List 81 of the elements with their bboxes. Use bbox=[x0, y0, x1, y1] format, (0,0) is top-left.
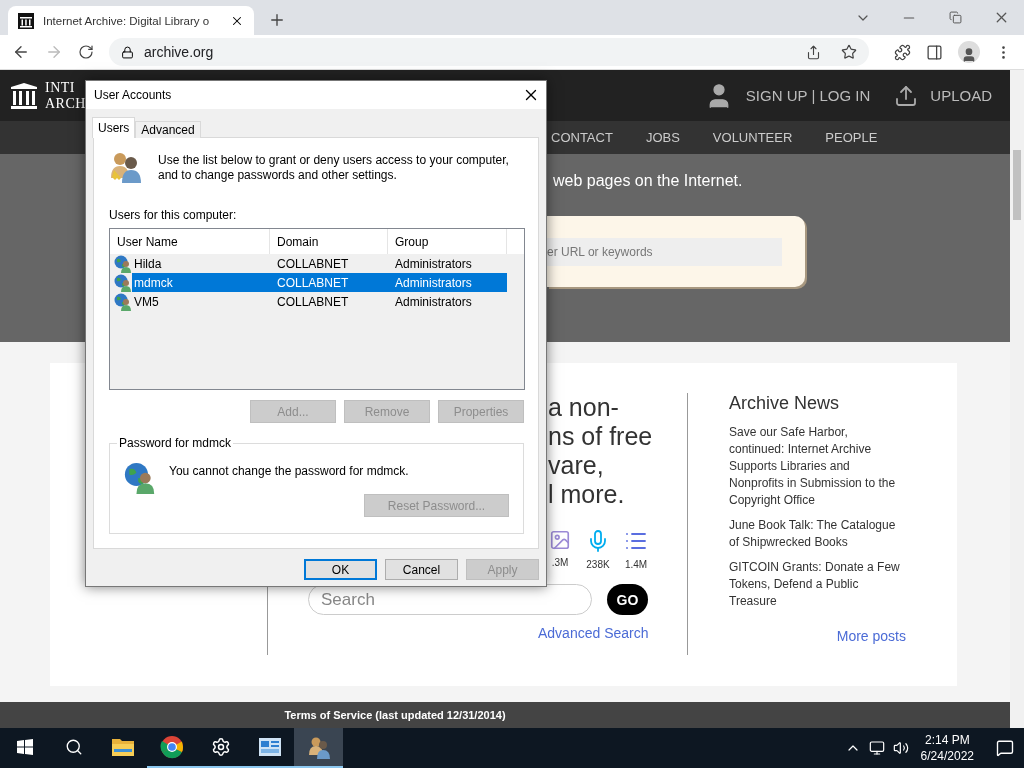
share-icon[interactable] bbox=[806, 44, 821, 60]
user-name-cell[interactable]: Hilda bbox=[132, 254, 270, 273]
control-panel-icon[interactable] bbox=[258, 738, 281, 756]
logo-text: INTI bbox=[45, 79, 76, 96]
news-link[interactable]: GITCOIN Grants: Donate a Few Tokens, Defend a Public Treasure bbox=[729, 559, 906, 610]
column-header[interactable]: Domain bbox=[270, 229, 388, 254]
dialog-tab[interactable]: Users bbox=[92, 117, 136, 138]
upload-icon[interactable] bbox=[894, 83, 919, 108]
group-cell-text: Administrators bbox=[394, 293, 473, 311]
network-icon[interactable] bbox=[868, 740, 885, 756]
advanced-search-link[interactable]: Advanced Search bbox=[538, 625, 649, 641]
temple-logo-icon[interactable] bbox=[10, 81, 38, 110]
globe-user-icon bbox=[124, 462, 156, 494]
column-header[interactable]: User Name bbox=[110, 229, 270, 254]
media-count: 238K bbox=[586, 559, 610, 570]
instructions-text: Use the list below to grant or deny users access to your computer, and to change passwords and other settings. bbox=[158, 153, 510, 183]
logo-text: ARCH bbox=[45, 95, 86, 112]
news-link[interactable]: June Book Talk: The Catalogue of Shipwrecked Books bbox=[729, 517, 906, 551]
puzzle-icon[interactable] bbox=[894, 43, 911, 61]
more-posts-link[interactable]: More posts bbox=[836, 628, 906, 644]
user-name-cell[interactable]: mdmck bbox=[132, 273, 270, 292]
user-name-cell[interactable]: VM5 bbox=[132, 292, 270, 311]
intro-text: a non- bbox=[548, 393, 620, 422]
password-message: You cannot change the password for mdmck. bbox=[169, 464, 409, 478]
media-count: .3M bbox=[551, 557, 569, 568]
news-heading: Archive News bbox=[729, 393, 841, 414]
profile-avatar[interactable] bbox=[958, 41, 980, 63]
nav-link[interactable]: PEOPLE bbox=[825, 130, 878, 145]
globe-user-icon bbox=[114, 273, 132, 292]
nav-link[interactable]: JOBS bbox=[645, 130, 680, 145]
dialog-tab[interactable]: Advanced bbox=[135, 121, 201, 138]
tab-title: Internet Archive: Digital Library o bbox=[43, 14, 211, 27]
settings-icon[interactable] bbox=[210, 737, 231, 757]
image-icon[interactable] bbox=[549, 529, 571, 551]
group-cell-text: Administrators bbox=[394, 255, 473, 273]
star-icon[interactable] bbox=[841, 44, 857, 60]
new-tab-icon[interactable] bbox=[268, 11, 286, 29]
upload-link[interactable]: UPLOAD bbox=[930, 87, 992, 104]
globe-user-icon bbox=[114, 254, 132, 273]
hero-text: web pages on the Internet. bbox=[553, 172, 744, 190]
address-bar[interactable]: archive.org bbox=[109, 38, 869, 66]
url-input[interactable]: er URL or keywords bbox=[547, 237, 782, 266]
intro-text: vare, bbox=[548, 451, 605, 480]
dialog-button[interactable]: OK bbox=[304, 559, 377, 580]
folder-icon[interactable] bbox=[111, 738, 134, 756]
clock[interactable]: 2:14 PM 6/24/2022 bbox=[920, 732, 974, 764]
browser-logo-icon[interactable] bbox=[159, 735, 184, 759]
windows-logo-icon[interactable] bbox=[16, 739, 33, 755]
side-panel-icon[interactable] bbox=[926, 43, 943, 61]
nav-link[interactable]: VOLUNTEER bbox=[712, 130, 793, 145]
volume-icon[interactable] bbox=[892, 740, 909, 756]
lock-icon bbox=[121, 45, 134, 59]
dialog-button[interactable]: Cancel bbox=[385, 559, 458, 580]
globe-user-icon bbox=[114, 292, 132, 311]
group-cell: Administrators bbox=[388, 273, 507, 292]
browser-tab[interactable]: Internet Archive: Digital Library o bbox=[8, 6, 254, 35]
intro-text: l more. bbox=[548, 480, 626, 509]
list-label: Users for this computer: bbox=[109, 208, 238, 222]
scrollbar[interactable] bbox=[1010, 70, 1024, 728]
users-list[interactable]: User Name Domain Group Hilda COLLABNET Administrators mdmck COLLABNET Administrators VM5 COLLABNET Administrators bbox=[109, 228, 525, 390]
nav-link[interactable]: CONTACT bbox=[551, 130, 613, 145]
intro-text: ns of free bbox=[548, 422, 654, 451]
terms-link[interactable]: Terms of Service (last updated 12/31/2014) bbox=[284, 709, 506, 721]
news-link[interactable]: Save our Safe Harbor, continued: Internet Archive Supports Libraries and Nonprofits in Submission to the Copyright Office bbox=[729, 424, 906, 509]
go-button[interactable]: GO bbox=[607, 584, 648, 615]
column-header[interactable]: Group bbox=[388, 229, 507, 254]
domain-cell-text: COLLABNET bbox=[276, 293, 350, 311]
restore-icon[interactable] bbox=[948, 11, 962, 24]
dialog-title: User Accounts bbox=[94, 88, 172, 102]
back-icon[interactable] bbox=[12, 43, 30, 61]
media-count: 1.4M bbox=[624, 559, 648, 570]
domain-cell-text: COLLABNET bbox=[276, 255, 350, 273]
search-icon[interactable] bbox=[64, 738, 83, 756]
sign-up-log-in-link[interactable]: SIGN UP | LOG IN bbox=[745, 87, 871, 104]
users-key-icon bbox=[109, 150, 142, 184]
users-icon[interactable] bbox=[306, 735, 331, 759]
reload-icon[interactable] bbox=[78, 44, 94, 60]
domain-cell: COLLABNET bbox=[270, 273, 388, 292]
temple-icon bbox=[18, 12, 34, 29]
group-legend: Password for mdmck bbox=[117, 436, 234, 450]
notifications-icon[interactable] bbox=[996, 739, 1014, 757]
